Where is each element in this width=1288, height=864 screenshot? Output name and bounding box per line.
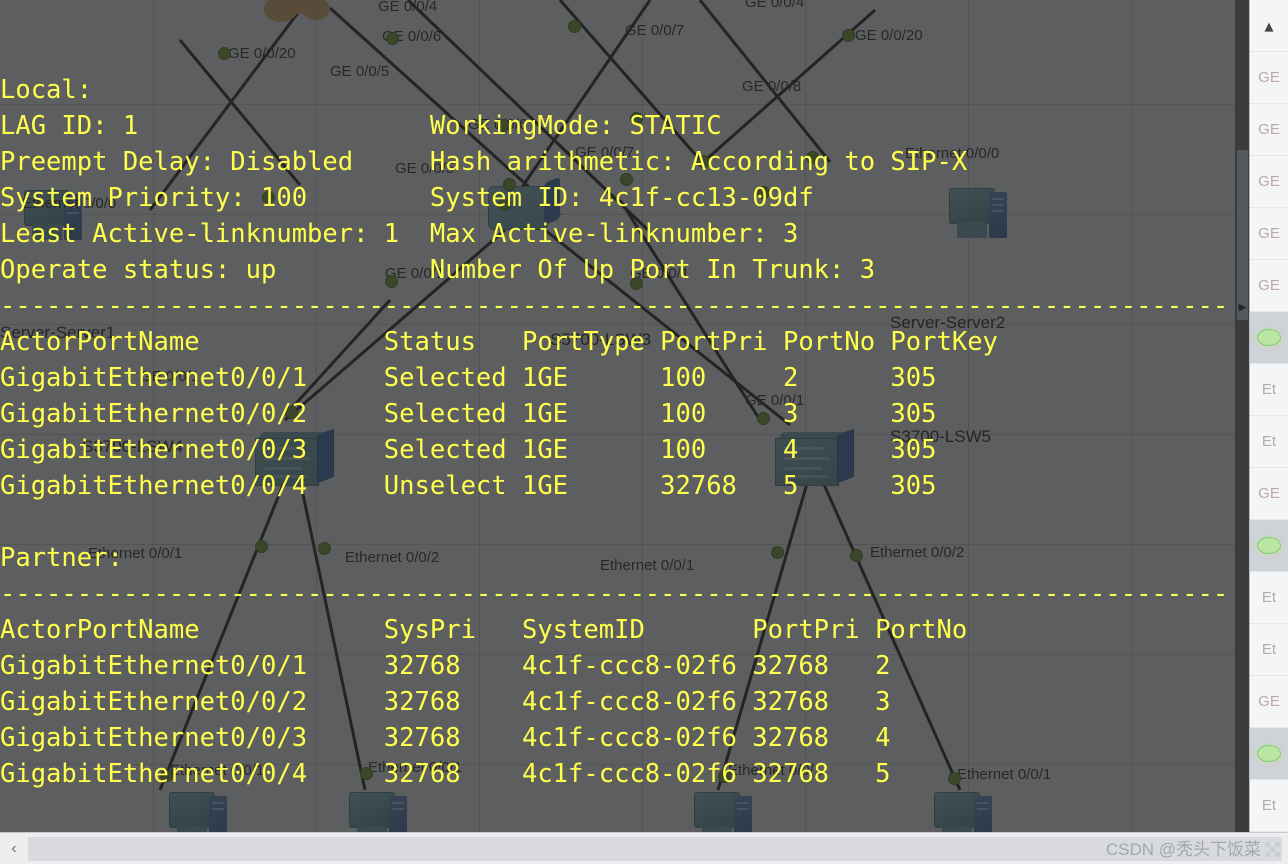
scroll-left-arrow-icon[interactable]: ‹ (0, 833, 28, 864)
cli-line: GigabitEthernet0/0/3 Selected 1GE 100 4 … (0, 435, 937, 465)
scrollbar-thumb[interactable] (1237, 150, 1248, 320)
interface-list-label: GE (1258, 173, 1280, 190)
port-led-icon (1257, 745, 1281, 762)
interface-list-row[interactable] (1250, 520, 1288, 572)
cli-line: GigabitEthernet0/0/2 32768 4c1f-ccc8-02f… (0, 687, 891, 717)
cli-line: GigabitEthernet0/0/1 Selected 1GE 100 2 … (0, 363, 937, 393)
scroll-right-arrow-icon[interactable]: ▶ (1237, 300, 1248, 316)
interface-list-row[interactable]: GE (1250, 208, 1288, 260)
interface-list-row[interactable]: GE (1250, 260, 1288, 312)
watermark-text: CSDN @秃头下饭菜 (1105, 840, 1261, 859)
horizontal-scroll-track[interactable] (28, 836, 1282, 861)
cli-line: Preempt Delay: Disabled Hash arithmetic:… (0, 147, 968, 177)
cli-line (0, 792, 1249, 828)
interface-list-row[interactable]: Et (1250, 364, 1288, 416)
interface-list-label: Et (1261, 589, 1277, 606)
cli-line: Least Active-linknumber: 1 Max Active-li… (0, 219, 799, 249)
cli-line: System Priority: 100 System ID: 4c1f-cc1… (0, 183, 814, 213)
cli-output: Local: LAG ID: 1 WorkingMode: STATIC Preem… (0, 72, 1249, 833)
interface-list-row[interactable]: Et (1250, 780, 1288, 832)
cli-console[interactable]: Local: LAG ID: 1 WorkingMode: STATIC Preem… (0, 0, 1249, 833)
cli-line: LAG ID: 1 WorkingMode: STATIC (0, 111, 722, 141)
cli-line: Operate status: up Number Of Up Port In … (0, 255, 876, 285)
interface-list-label: GE (1258, 69, 1280, 86)
interface-list-row[interactable]: GE (1250, 104, 1288, 156)
watermark-logo-icon (1265, 842, 1280, 857)
cli-line: GigabitEthernet0/0/3 32768 4c1f-ccc8-02f… (0, 723, 891, 753)
cli-line: ----------------------------------------… (0, 579, 1229, 609)
interface-list-label: GE (1258, 121, 1280, 138)
interface-list-row[interactable]: ▲ (1250, 0, 1288, 52)
interface-list-label: Et (1261, 381, 1277, 398)
cli-line: ActorPortName SysPri SystemID PortPri Po… (0, 615, 968, 645)
cli-line: ----------------------------------------… (0, 291, 1229, 321)
interface-list-row[interactable]: Et (1250, 416, 1288, 468)
interface-list-panel[interactable]: ▲GEGEGEGEGEEtEtGEEtEtGEEt▼ (1249, 0, 1288, 845)
interface-list-label: GE (1258, 277, 1280, 294)
interface-list-row[interactable]: GE (1250, 676, 1288, 728)
interface-list-label: Et (1261, 641, 1277, 658)
interface-list-row[interactable] (1250, 312, 1288, 364)
cli-line: GigabitEthernet0/0/2 Selected 1GE 100 3 … (0, 399, 937, 429)
horizontal-scrollbar[interactable]: ‹ (0, 832, 1288, 864)
interface-list-row[interactable]: GE (1250, 468, 1288, 520)
right-panel-scrollbar[interactable]: ▶ (1235, 0, 1250, 845)
interface-list-row[interactable]: Et (1250, 572, 1288, 624)
chevron-up-icon[interactable]: ▲ (1250, 17, 1288, 35)
cli-line: ActorPortName Status PortType PortPri Po… (0, 327, 998, 357)
cli-line: Partner: (0, 543, 123, 573)
cli-line: GigabitEthernet0/0/4 Unselect 1GE 32768 … (0, 471, 937, 501)
cli-line: GigabitEthernet0/0/4 32768 4c1f-ccc8-02f… (0, 759, 891, 789)
interface-list-row[interactable]: GE (1250, 156, 1288, 208)
cli-line (0, 504, 1249, 540)
watermark: CSDN @秃头下饭菜 (1106, 835, 1280, 860)
port-led-icon (1257, 329, 1281, 346)
cli-line: GigabitEthernet0/0/1 32768 4c1f-ccc8-02f… (0, 651, 891, 681)
cli-line: Local: (0, 75, 93, 105)
interface-list-row[interactable]: Et (1250, 624, 1288, 676)
interface-list-label: Et (1261, 797, 1277, 814)
interface-list-label: Et (1261, 433, 1277, 450)
interface-list-row[interactable] (1250, 728, 1288, 780)
interface-list-row[interactable]: GE (1250, 52, 1288, 104)
interface-list-label: GE (1258, 693, 1280, 710)
port-led-icon (1257, 537, 1281, 554)
interface-list-label: GE (1258, 485, 1280, 502)
interface-list-label: GE (1258, 225, 1280, 242)
